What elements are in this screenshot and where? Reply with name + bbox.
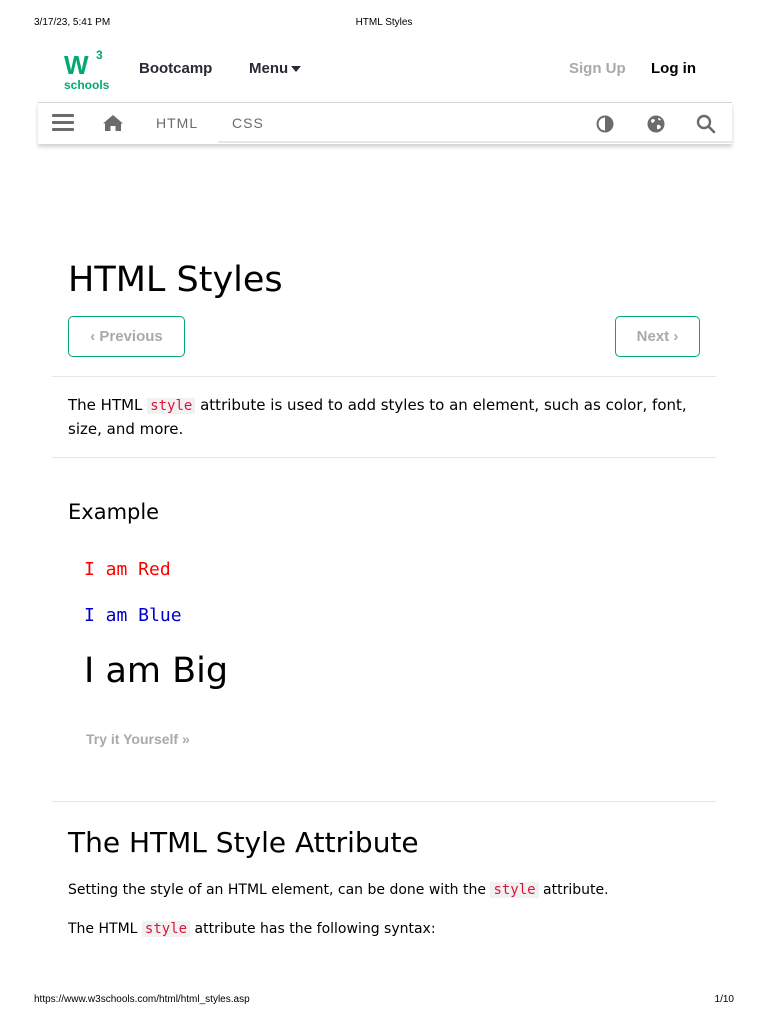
logo-superscript: 3 [96, 48, 103, 62]
paragraph-text-after: attribute has the following syntax: [190, 921, 436, 937]
nav-bar: HTML CSS [38, 102, 732, 144]
top-bar: W 3 schools Bootcamp Menu Sign Up Log in [38, 40, 732, 102]
divider [52, 376, 716, 377]
paragraph-text-before: Setting the style of an HTML element, ca… [68, 882, 491, 898]
caret-down-icon [291, 66, 302, 73]
paragraph-text-before: The HTML [68, 921, 142, 937]
example-red-text: I am Red [84, 559, 171, 580]
chevron-left-icon: ‹ [90, 328, 100, 345]
divider [52, 801, 716, 802]
next-button[interactable]: Next › [615, 316, 700, 357]
style-keyword: style [141, 921, 191, 937]
w3schools-logo[interactable]: W 3 schools [62, 48, 112, 92]
paragraph: Setting the style of an HTML element, ca… [68, 882, 609, 898]
logo-mark: W [64, 50, 89, 80]
search-icon[interactable] [696, 114, 716, 134]
paragraph: The HTML style attribute has the followi… [68, 921, 436, 937]
intro-text-before: The HTML [68, 396, 148, 414]
main-content: HTML Styles ‹ Previous Next › The HTML s… [38, 146, 732, 986]
menu-dropdown[interactable]: Menu [249, 60, 302, 77]
example-big-text: I am Big [84, 651, 229, 691]
logo-text: schools [64, 78, 110, 92]
next-label: Next [636, 328, 670, 345]
page-title: HTML Styles [68, 260, 283, 300]
try-it-yourself-button[interactable]: Try it Yourself » [86, 731, 190, 747]
hamburger-icon[interactable] [52, 113, 74, 133]
print-url: https://www.w3schools.com/html/html_styl… [34, 994, 250, 1005]
sign-up-link[interactable]: Sign Up [569, 60, 626, 77]
print-footer: https://www.w3schools.com/html/html_styl… [0, 994, 768, 1008]
chevron-right-icon: › [669, 328, 679, 345]
divider [52, 457, 716, 458]
previous-button[interactable]: ‹ Previous [68, 316, 185, 357]
home-icon[interactable] [102, 113, 124, 133]
log-in-link[interactable]: Log in [651, 60, 696, 77]
tab-divider [218, 141, 732, 143]
example-heading: Example [68, 500, 160, 524]
style-keyword: style [147, 398, 196, 414]
bootcamp-link[interactable]: Bootcamp [139, 60, 212, 77]
tab-css[interactable]: CSS [232, 115, 264, 131]
contrast-icon[interactable] [595, 114, 615, 134]
example-blue-text: I am Blue [84, 605, 182, 626]
paragraph-text-after: attribute. [538, 882, 609, 898]
globe-icon[interactable] [646, 114, 666, 134]
style-keyword: style [490, 882, 539, 898]
intro-text: The HTML style attribute is used to add … [68, 394, 708, 441]
menu-label: Menu [249, 60, 289, 77]
section-title: The HTML Style Attribute [68, 826, 419, 859]
print-title: HTML Styles [355, 17, 413, 28]
page-number: 1/10 [714, 994, 734, 1005]
print-header: 3/17/23, 5:41 PM HTML Styles [0, 17, 768, 31]
previous-label: Previous [99, 328, 163, 345]
tab-html[interactable]: HTML [156, 115, 198, 131]
